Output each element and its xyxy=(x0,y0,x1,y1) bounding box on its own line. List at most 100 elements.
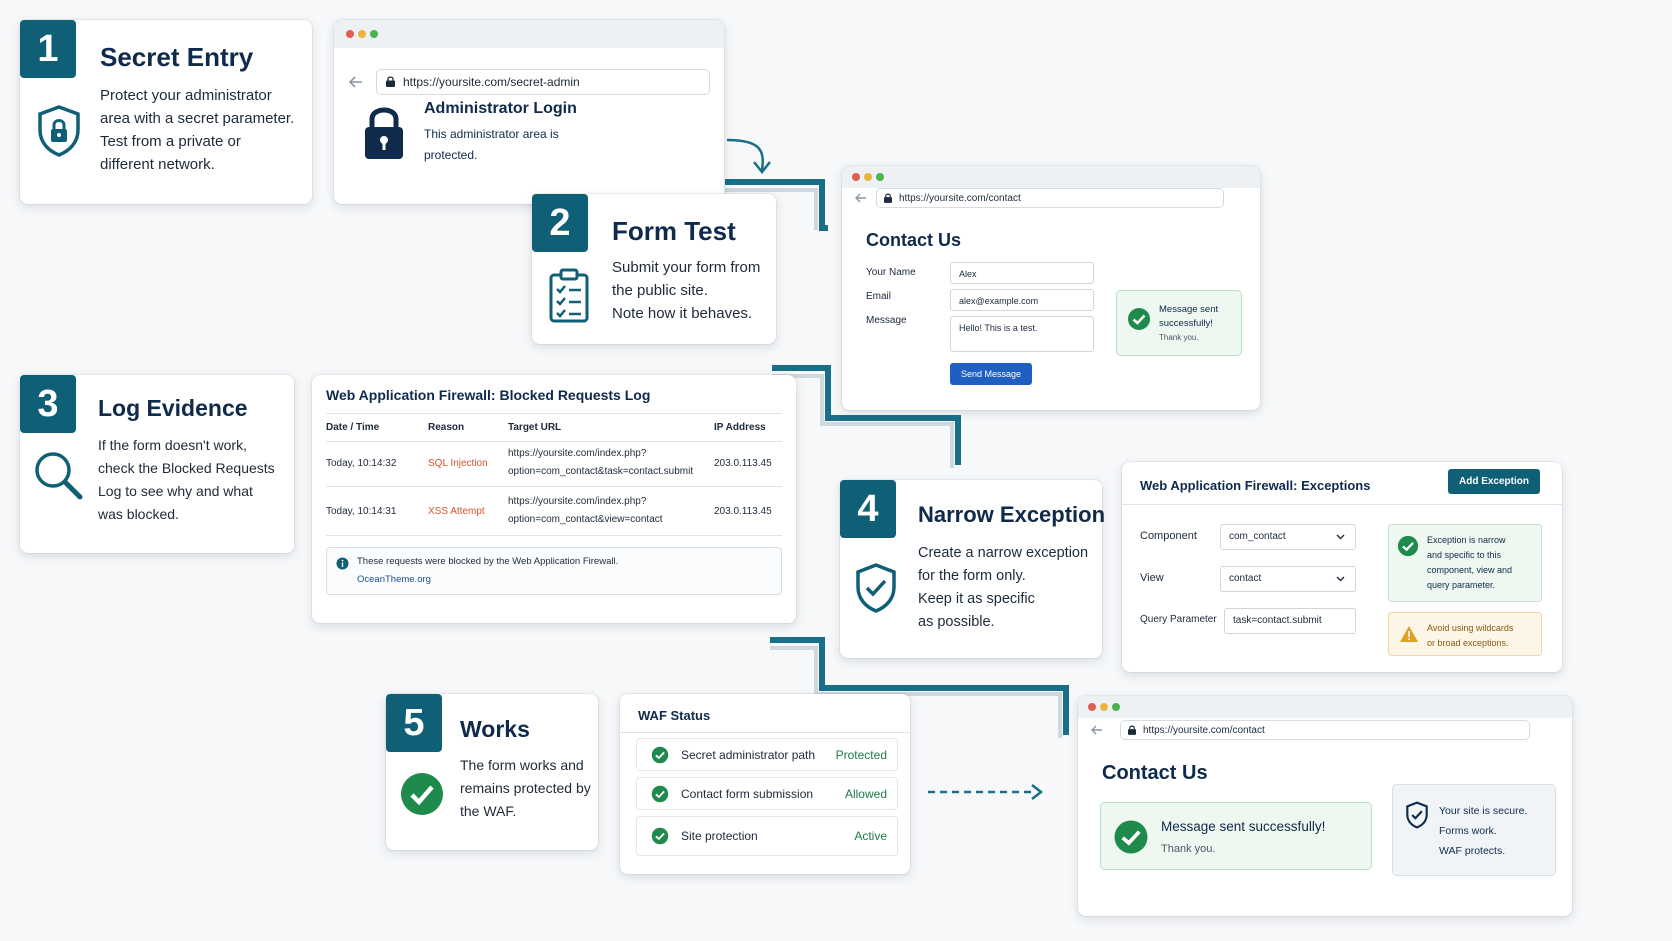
name-field[interactable]: Alex xyxy=(950,262,1094,284)
log-info-box: These requests were blocked by the Web A… xyxy=(326,547,782,595)
browser-titlebar xyxy=(842,166,1260,188)
log-note: These requests were blocked by the Web A… xyxy=(357,556,619,567)
credit-link[interactable]: OceanTheme.org xyxy=(357,574,431,585)
maximize-dot-icon[interactable] xyxy=(876,173,884,181)
email-field[interactable]: alex@example.com xyxy=(950,289,1094,311)
status-label: Contact form submission xyxy=(681,787,814,801)
component-select[interactable]: com_contact xyxy=(1220,524,1356,550)
add-exception-button[interactable]: Add Exception xyxy=(1448,469,1540,494)
message-field[interactable]: Hello! This is a test. xyxy=(950,316,1094,352)
step2-badge: 2 xyxy=(532,194,588,252)
step1-title: Secret Entry xyxy=(100,42,254,72)
shield-lock-icon xyxy=(38,105,80,157)
step1-badge: 1 xyxy=(20,20,76,78)
step2-title: Form Test xyxy=(612,216,736,246)
divider xyxy=(1122,504,1562,505)
check-circle-icon xyxy=(651,785,669,803)
name-label: Your Name xyxy=(866,267,916,278)
step4-title: Narrow Exception xyxy=(918,502,1106,527)
lock-icon xyxy=(1128,725,1136,735)
back-arrow-icon[interactable] xyxy=(1090,724,1104,736)
waf-status-panel: WAF Status Secret administrator path Pro… xyxy=(620,694,910,874)
check-circle-icon xyxy=(1114,820,1148,854)
lock-icon xyxy=(884,193,892,203)
narrow-exception-note: Exception is narrow and specific to this… xyxy=(1388,524,1542,602)
waf-status-title: WAF Status xyxy=(638,708,711,723)
col-header-reason: Reason xyxy=(428,422,465,433)
row-reason: SQL Injection xyxy=(428,458,488,469)
row-time: Today, 10:14:32 xyxy=(326,458,397,469)
check-circle-icon xyxy=(401,773,443,815)
address-bar[interactable]: https://yoursite.com/contact xyxy=(876,188,1224,208)
step3-badge: 3 xyxy=(20,375,76,433)
message-label: Message xyxy=(866,315,907,326)
step2-description: Submit your form from the public site. Not… xyxy=(612,259,761,322)
admin-login-browser: https://yoursite.com/secret-admin Admini… xyxy=(334,20,724,204)
step3-title: Log Evidence xyxy=(98,395,248,421)
step4-description: Create a narrow exception for the form on… xyxy=(918,545,1089,630)
blocked-requests-log: Web Application Firewall: Blocked Reques… xyxy=(312,375,796,623)
shield-check-icon xyxy=(856,563,896,613)
maximize-dot-icon[interactable] xyxy=(370,30,378,38)
row-ip: 203.0.113.45 xyxy=(714,458,772,469)
step5-description: The form works and remains protected by th… xyxy=(460,757,591,819)
status-value: Allowed xyxy=(844,787,887,801)
query-parameter-field[interactable]: task=contact.submit xyxy=(1224,608,1356,634)
browser-titlebar xyxy=(334,20,724,48)
step4-badge: 4 xyxy=(840,480,896,538)
view-select[interactable]: contact xyxy=(1220,566,1356,592)
chevron-down-icon xyxy=(1336,534,1345,540)
shield-check-icon xyxy=(1406,801,1428,829)
step5-card: 5 Works The form works and remains protec… xyxy=(386,694,598,850)
final-contact-heading: Contact Us xyxy=(1102,762,1208,784)
step3-card: 3 Log Evidence If the form doesn't work,… xyxy=(20,375,294,553)
magnifier-icon xyxy=(35,452,83,500)
minimize-dot-icon[interactable] xyxy=(1100,703,1108,711)
admin-login-heading: Administrator Login xyxy=(424,100,577,117)
status-value: Active xyxy=(854,829,887,843)
address-bar[interactable]: https://yoursite.com/secret-admin xyxy=(376,69,710,95)
check-circle-icon xyxy=(1397,535,1419,557)
row-url: https://yoursite.com/index.php? option=c… xyxy=(508,448,694,477)
toast-text: Message sent successfully! Thank you. xyxy=(1159,304,1219,342)
step2-card: 2 Form Test Submit your form from the pub… xyxy=(532,194,776,344)
step5-badge: 5 xyxy=(386,694,442,752)
exceptions-title: Web Application Firewall: Exceptions xyxy=(1140,478,1371,493)
row-reason: XSS Attempt xyxy=(428,506,485,517)
status-label: Secret administrator path xyxy=(681,748,816,762)
admin-login-text: This administrator area is protected. xyxy=(424,127,559,162)
log-title: Web Application Firewall: Blocked Reques… xyxy=(326,387,651,403)
close-dot-icon[interactable] xyxy=(346,30,354,38)
check-circle-icon xyxy=(1128,308,1150,330)
step3-description: If the form doesn't work, check the Block… xyxy=(98,437,275,522)
step5-title: Works xyxy=(460,716,530,742)
divider xyxy=(620,732,910,733)
row-time: Today, 10:14:31 xyxy=(326,506,397,517)
view-label: View xyxy=(1140,572,1164,584)
final-success-box: Message sent successfully! Thank you. xyxy=(1100,802,1372,870)
address-bar[interactable]: https://yoursite.com/contact xyxy=(1120,720,1530,740)
step1-description: Protect your administrator area with a se… xyxy=(100,87,295,173)
minimize-dot-icon[interactable] xyxy=(358,30,366,38)
narrow-note-text: Exception is narrow and specific to this… xyxy=(1427,535,1513,590)
send-message-button[interactable]: Send Message xyxy=(950,363,1032,385)
minimize-dot-icon[interactable] xyxy=(864,173,872,181)
back-arrow-icon[interactable] xyxy=(854,192,868,204)
query-parameter-label: Query Parameter xyxy=(1140,614,1217,625)
divider xyxy=(326,486,782,487)
browser-titlebar xyxy=(1078,696,1572,718)
site-secure-box: Your site is secure. Forms work. WAF pro… xyxy=(1392,784,1556,876)
maximize-dot-icon[interactable] xyxy=(1112,703,1120,711)
divider xyxy=(326,535,782,536)
status-row-form-submission: Contact form submission Allowed xyxy=(636,777,898,810)
status-label: Site protection xyxy=(681,829,758,843)
site-secure-text: Your site is secure. Forms work. WAF pro… xyxy=(1439,805,1528,857)
divider xyxy=(326,441,782,442)
row-url: https://yoursite.com/index.php? option=c… xyxy=(508,496,663,525)
close-dot-icon[interactable] xyxy=(1088,703,1096,711)
component-label: Component xyxy=(1140,530,1197,542)
col-header-url: Target URL xyxy=(508,422,562,433)
close-dot-icon[interactable] xyxy=(852,173,860,181)
divider xyxy=(326,413,782,414)
back-arrow-icon[interactable] xyxy=(348,75,364,89)
